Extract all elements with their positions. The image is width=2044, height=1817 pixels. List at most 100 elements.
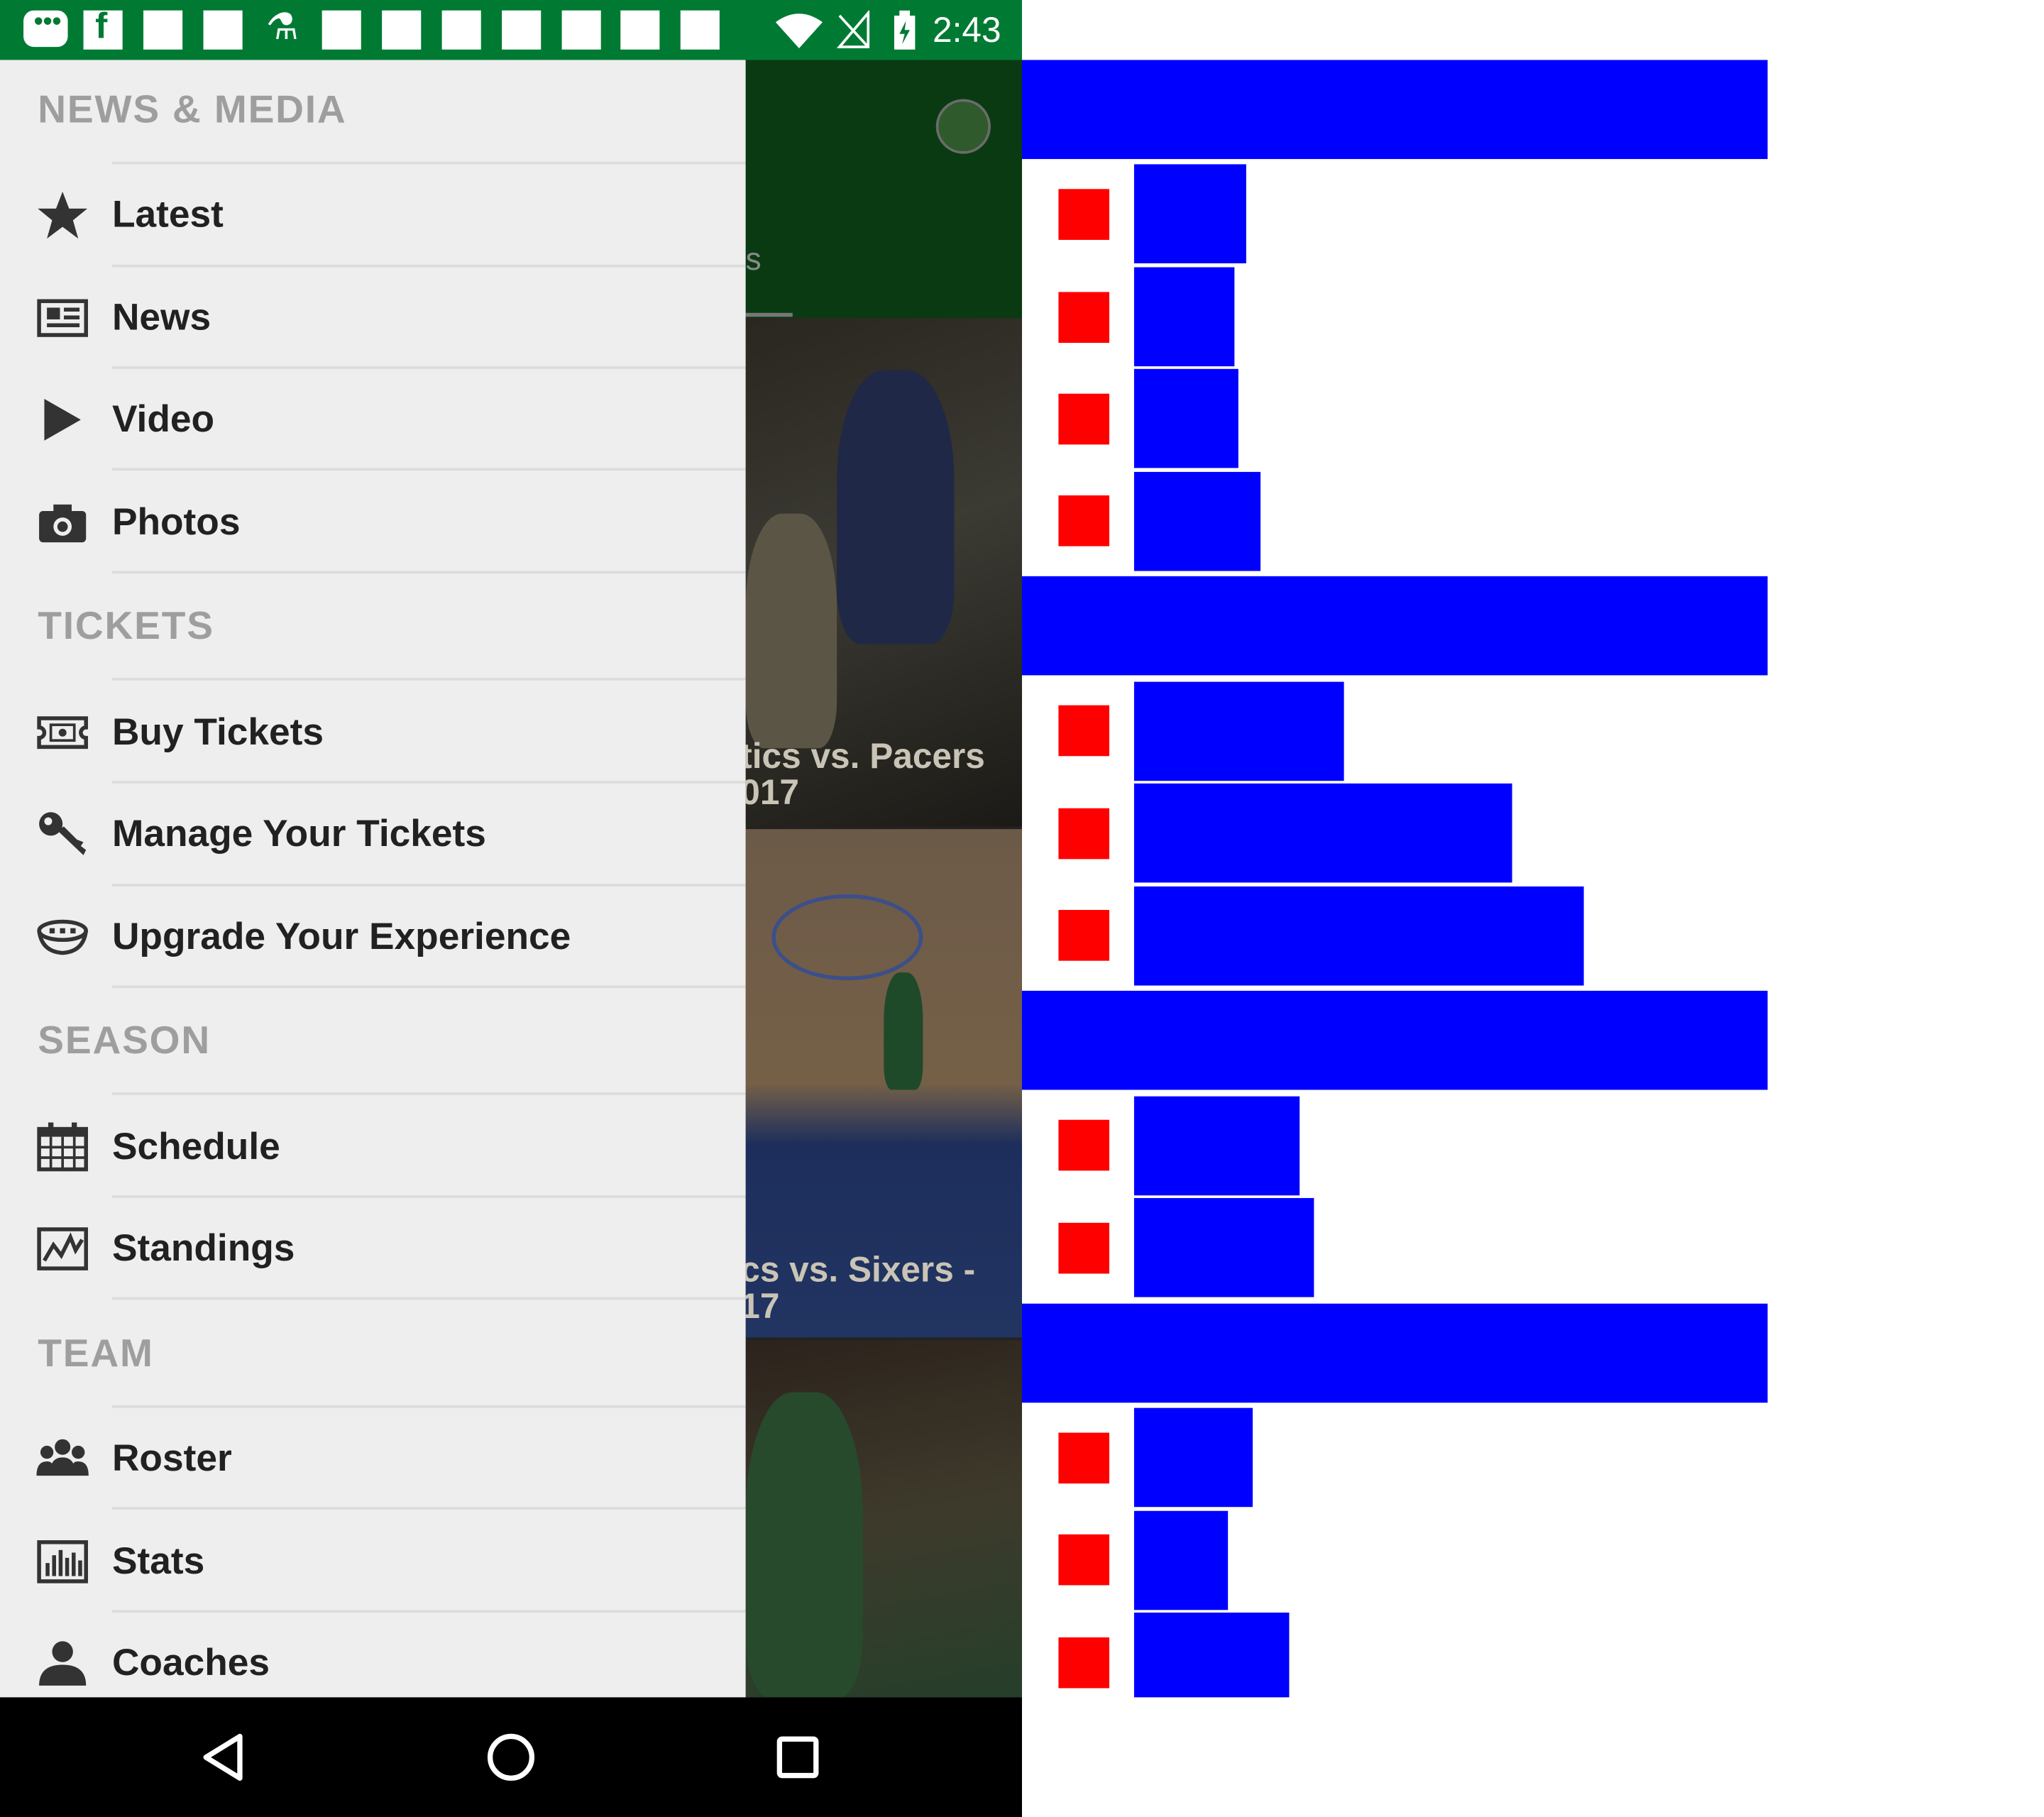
group-icon — [36, 1439, 89, 1476]
overlay-label-box — [1133, 267, 1235, 367]
square-icon — [322, 10, 361, 50]
drawer-item-label: Photos — [111, 502, 241, 544]
battery-charging-icon — [894, 10, 916, 50]
square-icon — [561, 10, 601, 50]
status-bar: ••• f ⚗ 2:43 — [0, 0, 1022, 60]
overlay-section-box — [1021, 576, 1768, 676]
overlay-label-box — [1133, 1407, 1253, 1508]
section-title-news-media: NEWS & MEDIA — [38, 88, 347, 132]
divider — [111, 985, 746, 989]
square-icon — [502, 10, 542, 50]
star-icon — [38, 191, 88, 239]
drawer-item-label: Coaches — [111, 1642, 270, 1685]
person-icon — [39, 1641, 87, 1686]
overlay-label-box — [1133, 1612, 1290, 1698]
court-logo — [771, 894, 923, 981]
overlay-icon-box — [1058, 495, 1110, 547]
drawer-item-label: Roster — [111, 1437, 232, 1480]
square-icon — [203, 10, 243, 50]
drawer-item-upgrade-experience[interactable]: Upgrade Your Experience — [0, 886, 746, 988]
divider — [111, 1092, 746, 1095]
overlay-label-box — [1133, 368, 1238, 468]
overlay-section-box — [1021, 1303, 1768, 1403]
square-icon — [680, 10, 720, 50]
recents-icon[interactable] — [769, 1728, 827, 1786]
drawer-item-label: Schedule — [111, 1126, 280, 1168]
overlay-label-box — [1133, 1510, 1229, 1610]
news-card: cs vs. Sixers - 17 — [745, 829, 1022, 1338]
overlay-icon-box — [1058, 1222, 1110, 1274]
drawer-item-label: Stats — [111, 1540, 205, 1583]
overlay-icon-box — [1058, 1534, 1110, 1586]
divider — [111, 1507, 746, 1510]
wifi-icon — [775, 13, 823, 48]
drawer-item-manage-tickets[interactable]: Manage Your Tickets — [0, 784, 746, 885]
arena-icon — [37, 919, 88, 955]
team-logo-icon — [935, 99, 991, 154]
overlay-label-box — [1133, 471, 1261, 571]
drawer-item-label: News — [111, 297, 211, 339]
navigation-drawer: NEWS & MEDIA Latest News Video Photos TI… — [0, 60, 746, 1698]
app-header: s — [745, 60, 1022, 319]
news-card — [745, 1340, 1022, 1698]
player-figure — [745, 1392, 863, 1698]
overlay-icon-box — [1058, 1432, 1110, 1484]
overlay-icon-box — [1058, 808, 1110, 860]
card-caption: 17 — [746, 1286, 780, 1326]
key-icon — [39, 812, 87, 855]
calendar-icon — [37, 1122, 88, 1172]
facebook-icon: f — [83, 5, 123, 50]
square-icon — [620, 10, 660, 50]
overlay-label-box — [1133, 783, 1512, 883]
back-icon[interactable] — [196, 1728, 253, 1786]
drawer-item-label: Video — [111, 399, 215, 441]
player-figure — [745, 513, 837, 749]
tab-indicator — [745, 312, 793, 317]
drawer-item-latest[interactable]: Latest — [0, 164, 746, 265]
drawer-item-label: Upgrade Your Experience — [111, 916, 571, 958]
drawer-item-standings[interactable]: Standings — [0, 1198, 746, 1300]
background-app: s tics vs. Pacers 017 cs vs. Sixers - 17 — [745, 60, 1022, 1698]
overlay-icon-box — [1058, 189, 1110, 240]
overlay-icon-box — [1058, 910, 1110, 961]
overlay-icon-box — [1058, 1119, 1110, 1171]
overlay-label-box — [1133, 681, 1344, 781]
player-figure — [884, 972, 923, 1090]
divider — [111, 678, 746, 681]
clock: 2:43 — [933, 10, 1001, 50]
overlay-icon-box — [1058, 393, 1110, 445]
drawer-item-news[interactable]: News — [0, 268, 746, 369]
drawer-item-buy-tickets[interactable]: Buy Tickets — [0, 682, 746, 784]
no-signal-icon — [837, 10, 870, 48]
screen: ••• f ⚗ 2:43 s tics vs. Pacers 017 cs vs… — [0, 0, 2044, 1817]
overlay-section-box — [1021, 60, 1768, 160]
drawer-item-photos[interactable]: Photos — [0, 472, 746, 573]
section-title-team: TEAM — [38, 1332, 154, 1376]
system-navigation-bar — [0, 1697, 1022, 1817]
overlay-label-box — [1133, 886, 1584, 986]
drawer-item-schedule[interactable]: Schedule — [0, 1097, 746, 1198]
divider — [111, 1297, 746, 1300]
drawer-item-label: Buy Tickets — [111, 711, 324, 754]
square-icon — [441, 10, 481, 50]
overlay-icon-box — [1058, 1637, 1110, 1689]
drawer-item-roster[interactable]: Roster — [0, 1408, 746, 1510]
drawer-item-coaches[interactable]: Coaches — [0, 1613, 746, 1697]
bar-stats-icon — [37, 1540, 88, 1583]
card-caption: cs vs. Sixers - — [745, 1250, 976, 1290]
card-caption: 017 — [745, 773, 800, 813]
chat-bubble-icon: ••• — [23, 8, 68, 48]
newspaper-icon — [37, 299, 88, 337]
overlay-icon-box — [1058, 292, 1110, 344]
drawer-item-label: Standings — [111, 1228, 295, 1270]
home-icon[interactable] — [483, 1728, 540, 1786]
drawer-item-stats[interactable]: Stats — [0, 1511, 746, 1613]
divider — [111, 571, 746, 574]
play-icon — [44, 399, 81, 441]
overlay-icon-box — [1058, 705, 1110, 757]
overlay-label-box — [1133, 1096, 1300, 1196]
camera-icon — [39, 504, 87, 543]
drawer-item-video[interactable]: Video — [0, 369, 746, 471]
overlay-section-box — [1021, 990, 1768, 1090]
section-title-season: SEASON — [38, 1019, 211, 1063]
